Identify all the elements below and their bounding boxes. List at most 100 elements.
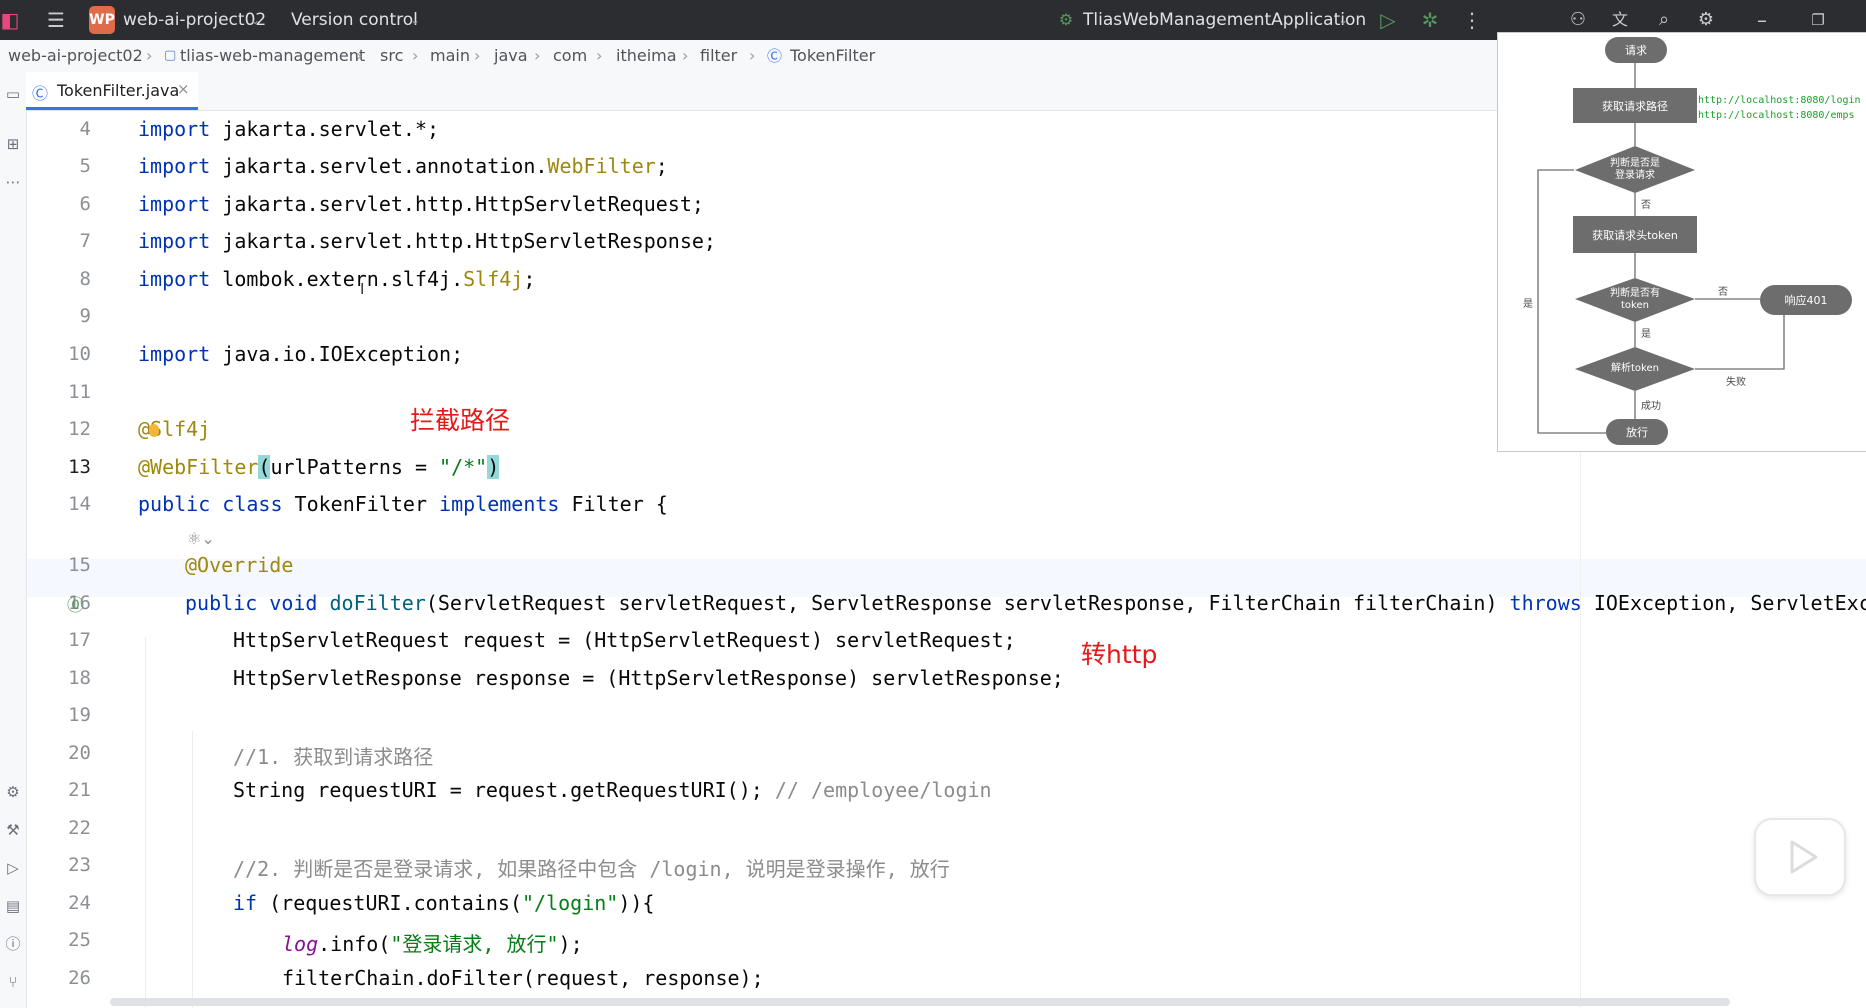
tab-tokenfilter[interactable]: Ⓒ TokenFilter.java × [26, 72, 198, 110]
chevron-down-icon[interactable]: ⌄ [410, 0, 420, 40]
build-icon[interactable]: ⚒ [3, 820, 23, 840]
chevron-right-icon: › [682, 46, 689, 65]
chevron-right-icon: › [356, 46, 363, 65]
problems-icon[interactable]: ⓘ [3, 934, 23, 954]
chevron-down-icon[interactable]: ⌄ [1338, 0, 1348, 40]
note-intercept-path: 拦截路径 [410, 406, 511, 435]
breadcrumb-item[interactable]: main [430, 40, 470, 72]
code-line: String requestURI = request.getRequestUR… [233, 778, 992, 802]
line-number: 8 [79, 268, 91, 290]
services-icon[interactable]: ⚙ [3, 782, 23, 802]
code-line: HttpServletResponse response = (HttpServ… [233, 666, 1064, 690]
flow-url-login: http://localhost:8080/login [1698, 95, 1861, 106]
flowchart-overlay: 请求 获取请求路径 http://localhost:8080/login ht… [1497, 32, 1866, 452]
account-icon[interactable]: ⚇ [1566, 8, 1590, 32]
ai-hint-icon[interactable]: ⚛⌄ [187, 529, 215, 548]
left-tool-strip: ▭ ⊞ ⋯ ⚙ ⚒ ▷ ▤ ⓘ ⑂ [0, 72, 27, 1008]
project-view-icon[interactable]: ▭ [3, 84, 23, 104]
breadcrumb-item[interactable]: com [553, 40, 587, 72]
restore-icon[interactable]: ❐ [1806, 8, 1830, 32]
breadcrumb-item[interactable]: itheima [616, 40, 677, 72]
line-number: 15 [68, 554, 91, 576]
line-number: 26 [68, 967, 91, 989]
line-number: 23 [68, 854, 91, 876]
run-icon[interactable]: ▷ [1376, 8, 1400, 32]
project-badge[interactable]: WP [89, 6, 115, 34]
chevron-right-icon: › [412, 46, 419, 65]
line-number: 24 [68, 892, 91, 914]
debug-icon[interactable]: ✲ [1418, 8, 1442, 32]
chevron-right-icon: › [596, 46, 603, 65]
code-line: public void doFilter(ServletRequest serv… [185, 591, 1866, 615]
class-icon: Ⓒ [32, 84, 49, 103]
code-line: log.info("登录请求, 放行"); [282, 932, 583, 956]
code-line: @WebFilter(urlPatterns = "/*") [138, 455, 500, 479]
play-icon [1790, 840, 1818, 874]
line-number: 9 [79, 305, 91, 327]
implements-gutter-icon[interactable]: ⓪ [67, 591, 84, 616]
code-line: if (requestURI.contains("/login")){ [233, 891, 655, 915]
code-line: import jakarta.servlet.http.HttpServletR… [138, 192, 704, 216]
line-number: 17 [68, 629, 91, 651]
flow-is-login-text: 判断是否是 登录请求 [1610, 158, 1660, 181]
line-number: 21 [68, 779, 91, 801]
code-line: import java.io.IOException; [138, 342, 464, 366]
close-tab-icon[interactable]: × [177, 80, 190, 98]
terminal-icon[interactable]: ▤ [3, 896, 23, 916]
flow-start: 请求 [1605, 37, 1667, 63]
project-name[interactable]: web-ai-project02 [123, 0, 266, 40]
indent-guide [145, 637, 146, 1008]
breadcrumb-item[interactable]: filter [700, 40, 737, 72]
flow-url-emps: http://localhost:8080/emps [1698, 110, 1855, 121]
code-line: //1. 获取到请求路径 [233, 745, 434, 769]
run-config-name[interactable]: TliasWebManagementApplication [1083, 0, 1366, 40]
code-line: import jakarta.servlet.annotation.WebFil… [138, 154, 668, 178]
translate-icon[interactable]: 文 [1608, 8, 1632, 32]
search-icon[interactable]: ⌕ [1652, 8, 1676, 32]
line-number: 4 [79, 118, 91, 140]
line-number: 14 [68, 493, 91, 515]
line-number: 19 [68, 704, 91, 726]
version-control-menu[interactable]: Version control [291, 0, 418, 40]
breadcrumb-item[interactable]: TokenFilter [790, 40, 875, 72]
flow-label-no: 否 [1641, 200, 1651, 211]
indent-guide [192, 731, 193, 1008]
code-line: public class TokenFilter implements Filt… [138, 492, 668, 516]
more-tools-icon[interactable]: ⋯ [3, 172, 23, 192]
main-menu-icon[interactable]: ☰ [42, 8, 70, 32]
chevron-down-icon[interactable]: ⌄ [250, 0, 260, 40]
flow-label-yes-left: 是 [1523, 299, 1533, 310]
text-cursor-icon: I [360, 280, 365, 298]
git-icon[interactable]: ⑂ [3, 972, 23, 992]
run-tool-icon[interactable]: ▷ [3, 858, 23, 878]
code-line: import jakarta.servlet.*; [138, 117, 440, 141]
intention-bulb-icon[interactable] [149, 424, 159, 437]
code-line: import lombok.extern.slf4j.Slf4j; [138, 267, 536, 291]
line-number: 10 [68, 343, 91, 365]
breadcrumb-item[interactable]: web-ai-project02 [8, 40, 143, 72]
chevron-right-icon: › [146, 46, 153, 65]
flow-label-success: 成功 [1641, 401, 1661, 412]
ide-logo-icon[interactable]: ◧ [0, 8, 20, 32]
horizontal-scrollbar[interactable] [110, 998, 1730, 1006]
minimize-icon[interactable]: – [1750, 8, 1774, 32]
code-line: import jakarta.servlet.http.HttpServletR… [138, 229, 716, 253]
flow-get-token: 获取请求头token [1573, 216, 1697, 253]
settings-icon[interactable]: ⚙ [1694, 8, 1718, 32]
run-config-icon: ⚙ [1058, 10, 1074, 29]
video-play-widget[interactable] [1754, 818, 1846, 896]
line-number: 12 [68, 418, 91, 440]
breadcrumb-item[interactable]: tlias-web-management [180, 40, 365, 72]
code-line: //2. 判断是否是登录请求, 如果路径中包含 /login, 说明是登录操作,… [233, 857, 950, 881]
breadcrumb-item[interactable]: java [494, 40, 528, 72]
note-to-http: 转http [1081, 640, 1158, 669]
line-number: 5 [79, 155, 91, 177]
line-number: 20 [68, 742, 91, 764]
chevron-right-icon: › [534, 46, 541, 65]
more-actions-icon[interactable]: ⋮ [1462, 8, 1482, 32]
flow-has-token-text: 判断是否有 token [1610, 288, 1660, 311]
tab-label: TokenFilter.java [57, 81, 180, 100]
structure-icon[interactable]: ⊞ [3, 134, 23, 154]
chevron-right-icon: › [749, 46, 756, 65]
breadcrumb-item[interactable]: src [380, 40, 403, 72]
